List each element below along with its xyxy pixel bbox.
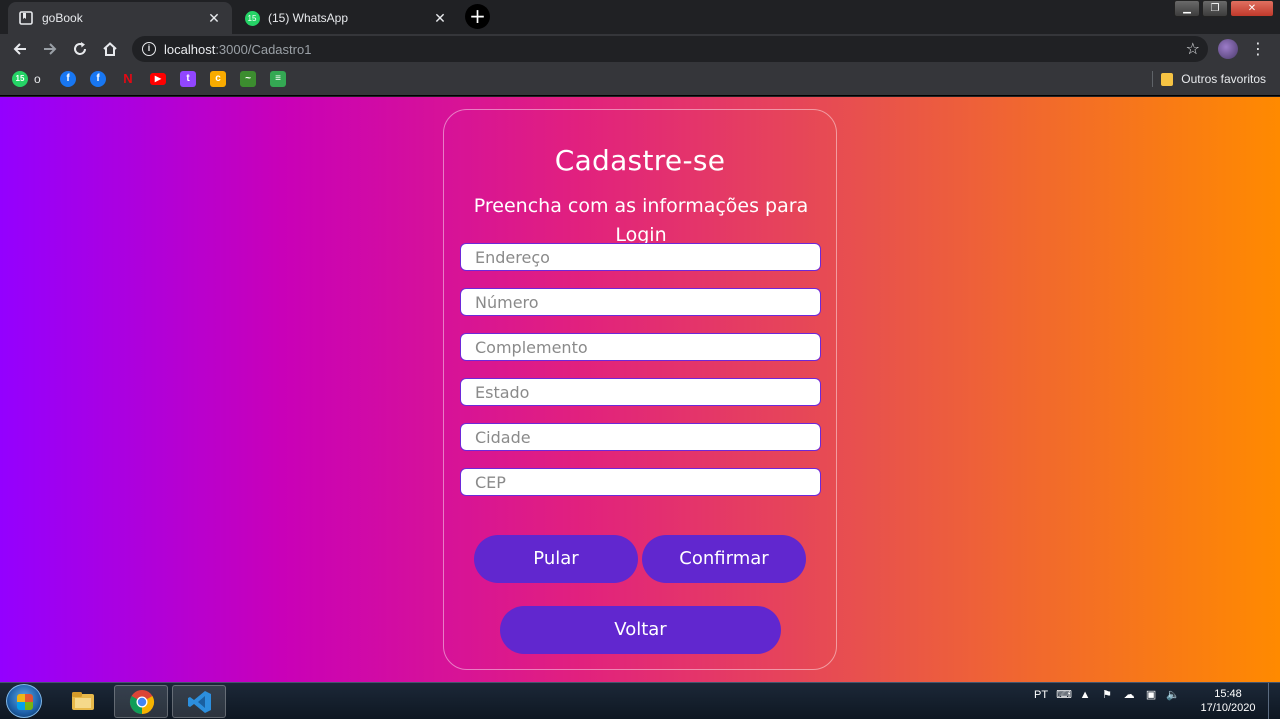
windows-taskbar: PT ⌨ ▲ ⚑ ☁ ▣ 🔈 15:48 17/10/2020 (0, 682, 1280, 719)
maximize-button[interactable]: ❐ (1202, 0, 1228, 17)
window-controls: ▁ ❐ ✕ (1174, 0, 1274, 17)
address-bar[interactable]: i localhost:3000/Cadastro1 (132, 36, 1208, 62)
system-tray: PT ⌨ ▲ ⚑ ☁ ▣ 🔈 (1034, 689, 1180, 701)
keyboard-icon[interactable]: ⌨ (1056, 689, 1072, 701)
other-bookmarks-label: Outros favoritos (1181, 72, 1266, 86)
forward-arrow-icon[interactable] (38, 37, 62, 61)
app-icon-2[interactable]: ≡ (270, 71, 286, 87)
twitch-icon[interactable]: t (180, 71, 196, 87)
home-icon[interactable] (98, 37, 122, 61)
tab-whatsapp[interactable]: 15 (15) WhatsApp ✕ (234, 2, 458, 34)
taskbar-clock[interactable]: 15:48 17/10/2020 (1196, 687, 1260, 715)
complement-field[interactable] (460, 333, 821, 361)
youtube-icon[interactable]: ▶ (150, 73, 166, 85)
windows-logo-icon (17, 694, 33, 710)
browser-toolbar: i localhost:3000/Cadastro1 ☆ ⋮ (0, 34, 1280, 64)
network-icon[interactable]: ▣ (1144, 689, 1158, 701)
tab-title: (15) WhatsApp (268, 11, 349, 25)
whatsapp-icon[interactable]: 15 (12, 71, 28, 87)
close-icon[interactable]: ✕ (206, 10, 222, 26)
whatsapp-icon: 15 (244, 10, 260, 26)
divider (1152, 71, 1154, 87)
onedrive-cloud-icon[interactable]: ☁ (1122, 689, 1136, 701)
url-path: :3000/Cadastro1 (215, 41, 312, 57)
file-explorer-icon (70, 688, 96, 714)
reload-icon[interactable] (68, 37, 92, 61)
city-field[interactable] (460, 423, 821, 451)
classroom-icon[interactable]: c (210, 71, 226, 87)
signup-card: Cadastre-se Preencha com as informações … (443, 109, 837, 670)
address-field[interactable] (460, 243, 821, 271)
show-hidden-icons-icon[interactable]: ▲ (1078, 689, 1092, 701)
window-close-button[interactable]: ✕ (1230, 0, 1274, 17)
zipcode-field[interactable] (460, 468, 821, 496)
state-field[interactable] (460, 378, 821, 406)
profile-avatar[interactable] (1218, 39, 1238, 59)
tab-gobook[interactable]: goBook ✕ (8, 2, 232, 34)
facebook-icon[interactable]: f (90, 71, 106, 87)
bookmark-label[interactable]: o (34, 72, 41, 86)
tab-strip: goBook ✕ 15 (15) WhatsApp ✕ + ▁ ❐ ✕ (0, 0, 1280, 34)
confirm-button[interactable]: Confirmar (642, 535, 806, 583)
site-info-icon[interactable]: i (142, 42, 156, 56)
folder-icon (1161, 72, 1174, 86)
vscode-icon (187, 689, 213, 715)
back-button[interactable]: Voltar (500, 606, 781, 654)
netflix-icon[interactable]: N (120, 71, 136, 87)
menu-kebab-icon[interactable]: ⋮ (1250, 37, 1266, 61)
chrome-icon (129, 689, 155, 715)
taskbar-vscode[interactable] (172, 685, 226, 718)
taskbar-file-explorer[interactable] (56, 685, 110, 718)
volume-icon[interactable]: 🔈 (1166, 689, 1180, 701)
language-indicator[interactable]: PT (1034, 689, 1048, 701)
minimize-button[interactable]: ▁ (1174, 0, 1200, 17)
close-icon[interactable]: ✕ (432, 10, 448, 26)
taskbar-chrome[interactable] (114, 685, 168, 718)
other-bookmarks[interactable]: Outros favoritos (1152, 71, 1266, 87)
back-arrow-icon[interactable] (8, 37, 32, 61)
page-subtitle: Preencha com as informações para Login (473, 195, 809, 246)
start-button[interactable] (6, 684, 42, 718)
show-desktop-button[interactable] (1268, 683, 1280, 719)
app-icon[interactable]: ~ (240, 71, 256, 87)
action-center-flag-icon[interactable]: ⚑ (1100, 689, 1114, 701)
number-field[interactable] (460, 288, 821, 316)
url-host: localhost (164, 41, 216, 57)
page-viewport: Cadastre-se Preencha com as informações … (0, 97, 1280, 682)
bookmarks-bar: 15 o f f N ▶ t c ~ ≡ Outros favoritos (0, 64, 1280, 96)
clock-date: 17/10/2020 (1200, 702, 1256, 714)
facebook-icon[interactable]: f (60, 71, 76, 87)
whatsapp-badge: 15 (244, 10, 260, 26)
new-tab-button[interactable]: + (465, 4, 490, 29)
book-icon (18, 10, 34, 26)
bookmark-star-icon[interactable]: ☆ (1186, 37, 1200, 61)
page-title: Cadastre-se (554, 144, 726, 177)
tab-title: goBook (42, 11, 83, 25)
clock-time: 15:48 (1214, 688, 1242, 700)
skip-button[interactable]: Pular (474, 535, 638, 583)
